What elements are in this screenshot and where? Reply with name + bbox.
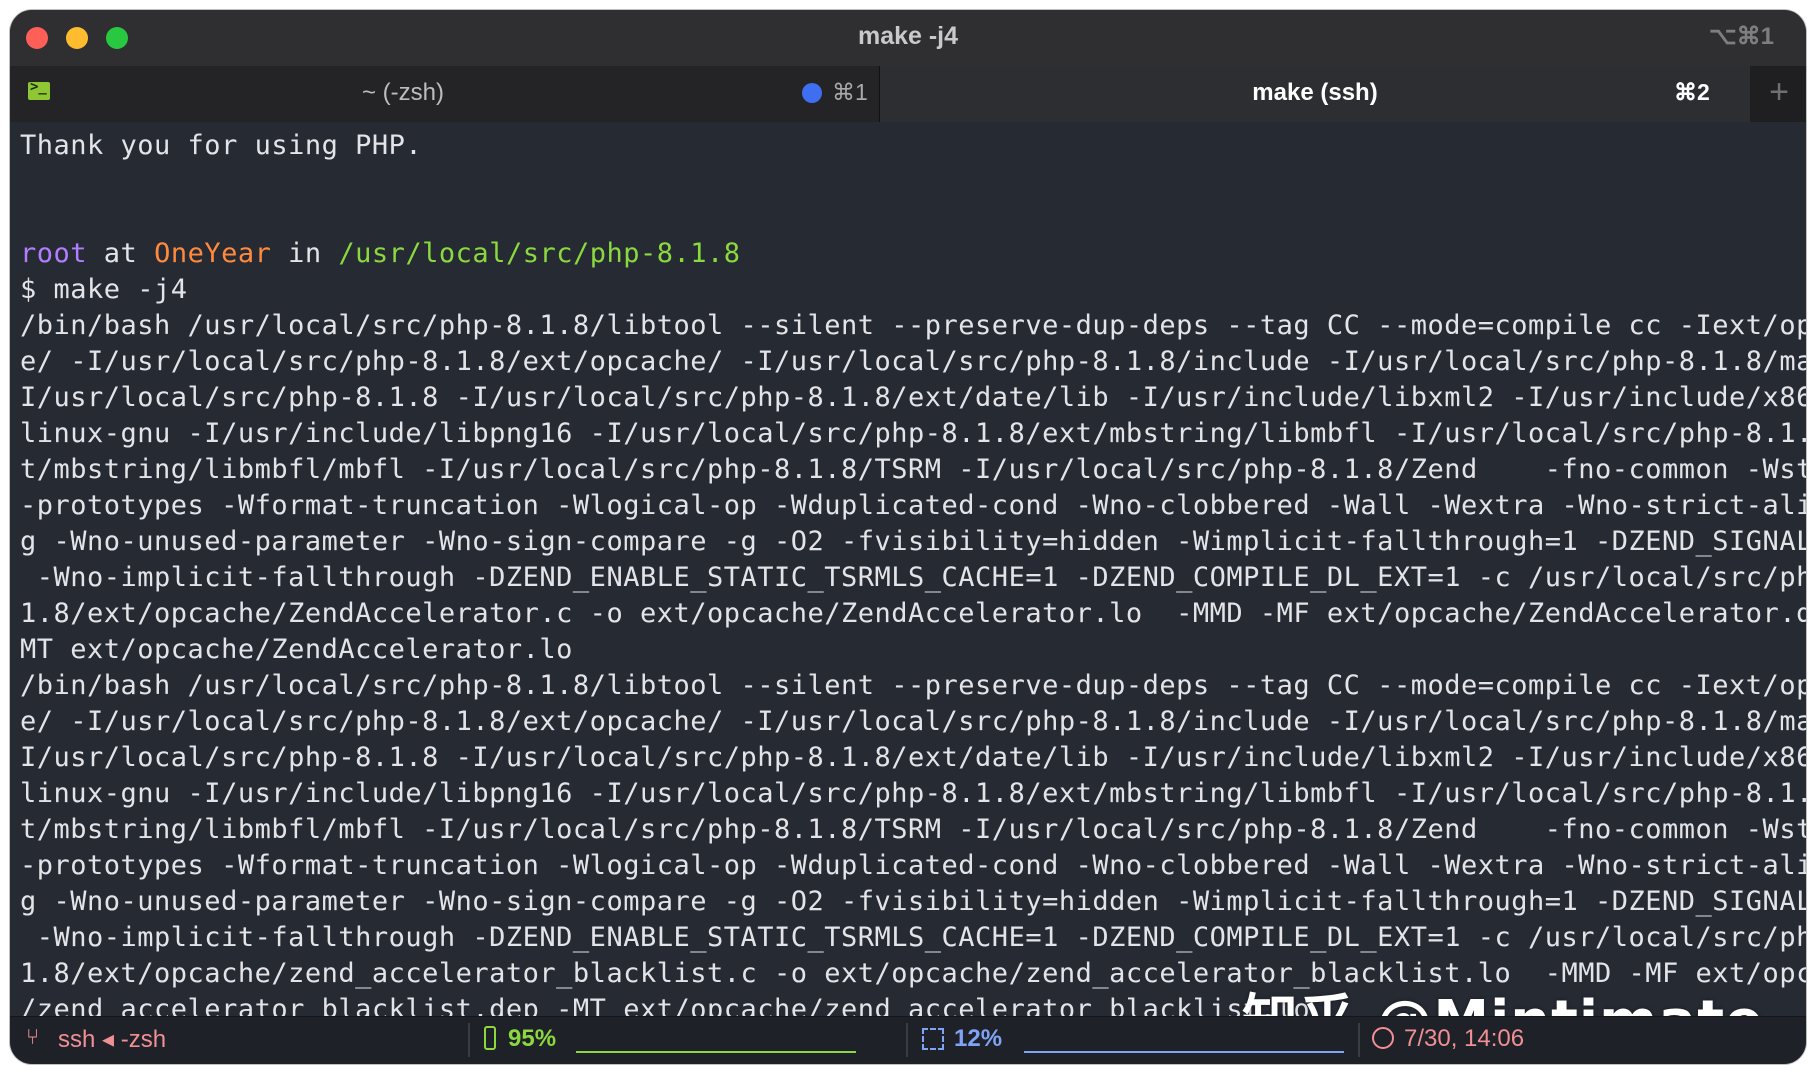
battery-graph: [576, 1037, 856, 1053]
job-status: ssh ◂ -zsh: [58, 1026, 167, 1053]
output-line: -Wno-implicit-fallthrough -DZEND_ENABLE_…: [20, 922, 1806, 953]
prompt-path: /usr/local/src/php-8.1.8: [338, 238, 741, 269]
separator: [468, 1023, 470, 1057]
new-tab-button[interactable]: +: [1752, 66, 1806, 122]
output-line: g -Wno-unused-parameter -Wno-sign-compar…: [20, 526, 1806, 557]
terminal-window: make -j4 ⌥⌘1 ~ (-zsh) ⌘1 make (ssh) ⌘2 +…: [10, 10, 1806, 1064]
prompt-user: root: [20, 238, 88, 269]
output-line: t/mbstring/libmbfl/mbfl -I/usr/local/src…: [20, 814, 1806, 845]
window-shortcut: ⌥⌘1: [1708, 23, 1774, 50]
clock-icon: [1372, 1027, 1394, 1049]
output-line: Thank you for using PHP.: [20, 130, 423, 161]
output-line: linux-gnu -I/usr/include/libpng16 -I/usr…: [20, 418, 1806, 449]
cpu-usage: 12%: [954, 1025, 1003, 1052]
cpu-graph: [1024, 1039, 1344, 1053]
tab-shortcut: ⌘1: [832, 79, 868, 105]
output-line: -prototypes -Wformat-truncation -Wlogica…: [20, 850, 1806, 881]
tab-shortcut: ⌘2: [1674, 79, 1710, 105]
output-line: e/ -I/usr/local/src/php-8.1.8/ext/opcach…: [20, 346, 1806, 377]
tab-zsh[interactable]: ~ (-zsh) ⌘1: [10, 66, 880, 122]
output-line: /bin/bash /usr/local/src/php-8.1.8/libto…: [20, 310, 1806, 341]
prompt-line: root at OneYear in /usr/local/src/php-8.…: [20, 236, 1796, 272]
separator: [1358, 1023, 1360, 1057]
output-line: t/mbstring/libmbfl/mbfl -I/usr/local/src…: [20, 454, 1806, 485]
battery-level: 95%: [508, 1025, 557, 1052]
tab-make-ssh[interactable]: make (ssh) ⌘2: [880, 66, 1750, 122]
cpu-icon: [922, 1028, 944, 1050]
output-line: /bin/bash /usr/local/src/php-8.1.8/libto…: [20, 670, 1806, 701]
output-line: I/usr/local/src/php-8.1.8 -I/usr/local/s…: [20, 742, 1806, 773]
output-line: -Wno-implicit-fallthrough -DZEND_ENABLE_…: [20, 562, 1806, 593]
terminal-output[interactable]: Thank you for using PHP. root at OneYear…: [10, 122, 1806, 1017]
title-bar[interactable]: make -j4 ⌥⌘1: [10, 10, 1806, 67]
output-line: e/ -I/usr/local/src/php-8.1.8/ext/opcach…: [20, 706, 1806, 737]
command-line: $ make -j4: [20, 274, 188, 305]
separator: [906, 1023, 908, 1057]
battery-icon: [484, 1026, 496, 1050]
status-bar: ⑂ ssh ◂ -zsh 95% 12% 7/30, 14:06: [10, 1016, 1806, 1064]
clock: 7/30, 14:06: [1404, 1025, 1525, 1052]
output-line: MT ext/opcache/ZendAccelerator.lo: [20, 634, 573, 665]
output-line: g -Wno-unused-parameter -Wno-sign-compar…: [20, 886, 1806, 917]
tab-bar: ~ (-zsh) ⌘1 make (ssh) ⌘2 +: [10, 66, 1806, 122]
window-title: make -j4: [857, 22, 959, 50]
output-line: I/usr/local/src/php-8.1.8 -I/usr/local/s…: [20, 382, 1806, 413]
tab-label: ~ (-zsh): [362, 79, 445, 106]
output-line: 1.8/ext/opcache/ZendAccelerator.c -o ext…: [20, 598, 1806, 629]
build-output: /bin/bash /usr/local/src/php-8.1.8/libto…: [20, 308, 1806, 1017]
activity-dot-icon: [802, 83, 822, 103]
prompt-at: at: [87, 238, 155, 269]
branch-icon: ⑂: [26, 1024, 40, 1049]
output-line: linux-gnu -I/usr/include/libpng16 -I/usr…: [20, 778, 1806, 809]
terminal-icon: [28, 79, 50, 100]
prompt-in: in: [271, 238, 339, 269]
output-line: -prototypes -Wformat-truncation -Wlogica…: [20, 490, 1806, 521]
prompt-host: OneYear: [154, 238, 272, 269]
tab-label: make (ssh): [1252, 79, 1378, 106]
